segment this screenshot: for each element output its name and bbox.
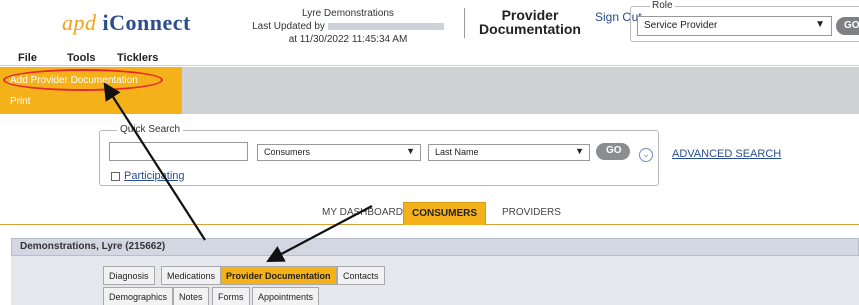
search-go-button[interactable]: GO (596, 143, 630, 160)
highlight-oval (3, 69, 163, 91)
main-tabs: MY DASHBOARD CONSUMERS PROVIDERS (0, 202, 859, 225)
page-title: Provider Documentation (474, 8, 586, 36)
consumer-header: Demonstrations, Lyre (215662) (11, 238, 859, 256)
tab-appointments[interactable]: Appointments (252, 287, 320, 305)
tab-medications[interactable]: Medications (161, 266, 222, 285)
search-type-value: Consumers (264, 147, 311, 157)
role-select-value: Service Provider (644, 20, 718, 31)
participating-checkbox[interactable] (111, 172, 120, 181)
chevron-down-icon: ▼ (815, 19, 825, 30)
menu-bar: File Tools Ticklers (0, 50, 859, 66)
user-name: Lyre Demonstrations (302, 8, 394, 19)
last-updated-label: Last Updated by (252, 21, 325, 32)
role-legend: Role (650, 0, 675, 11)
tab-notes[interactable]: Notes (173, 287, 209, 305)
advanced-search-link[interactable]: ADVANCED SEARCH (672, 148, 781, 160)
tab-forms[interactable]: Forms (212, 287, 250, 305)
chevron-down-icon: ▼ (406, 146, 415, 156)
logo-iconnect-text: iConnect (102, 10, 191, 35)
tab-consumers[interactable]: CONSUMERS (403, 202, 487, 225)
role-go-button[interactable]: GO (836, 17, 859, 35)
search-field-value: Last Name (435, 147, 479, 157)
logo-apd-text: apd (62, 10, 97, 35)
quick-search-panel: Quick Search Consumers ▼ Last Name ▼ GO … (0, 114, 859, 199)
tab-demographics[interactable]: Demographics (103, 287, 174, 305)
page-title-line1: Provider (501, 7, 559, 23)
header-divider (464, 8, 465, 38)
print-link[interactable]: Print (10, 96, 31, 107)
last-updated-info: Lyre Demonstrations Last Updated by at 1… (248, 7, 448, 46)
search-field-select[interactable]: Last Name ▼ (428, 144, 590, 161)
menu-tools[interactable]: Tools (67, 52, 96, 64)
tab-my-dashboard[interactable]: MY DASHBOARD (322, 207, 403, 218)
last-updated-time: at 11/30/2022 11:45:34 AM (288, 34, 408, 45)
action-band: Add Provider Documentation Print (0, 67, 859, 114)
page-title-line2: Documentation (479, 21, 581, 37)
tab-providers[interactable]: PROVIDERS (502, 207, 561, 218)
role-select[interactable]: Service Provider ▼ (637, 16, 832, 36)
app-header: apd iConnect Lyre Demonstrations Last Up… (0, 0, 859, 48)
quick-search-legend: Quick Search (117, 124, 184, 135)
participating-label[interactable]: Participating (124, 170, 185, 182)
consumer-tabs-area: Diagnosis Medications Provider Documenta… (11, 256, 859, 305)
apd-iconnect-logo: apd iConnect (62, 10, 191, 36)
tab-diagnosis[interactable]: Diagnosis (103, 266, 155, 285)
redacted-user (327, 22, 444, 30)
tab-contacts[interactable]: Contacts (337, 266, 385, 285)
chevron-down-icon: ▼ (575, 146, 584, 156)
menu-file[interactable]: File (18, 52, 37, 64)
expand-circle-icon[interactable]: ⌄ (639, 148, 653, 162)
search-input[interactable] (109, 142, 248, 161)
search-type-select[interactable]: Consumers ▼ (257, 144, 421, 161)
tab-provider-documentation[interactable]: Provider Documentation (220, 266, 337, 285)
menu-ticklers[interactable]: Ticklers (117, 52, 158, 64)
